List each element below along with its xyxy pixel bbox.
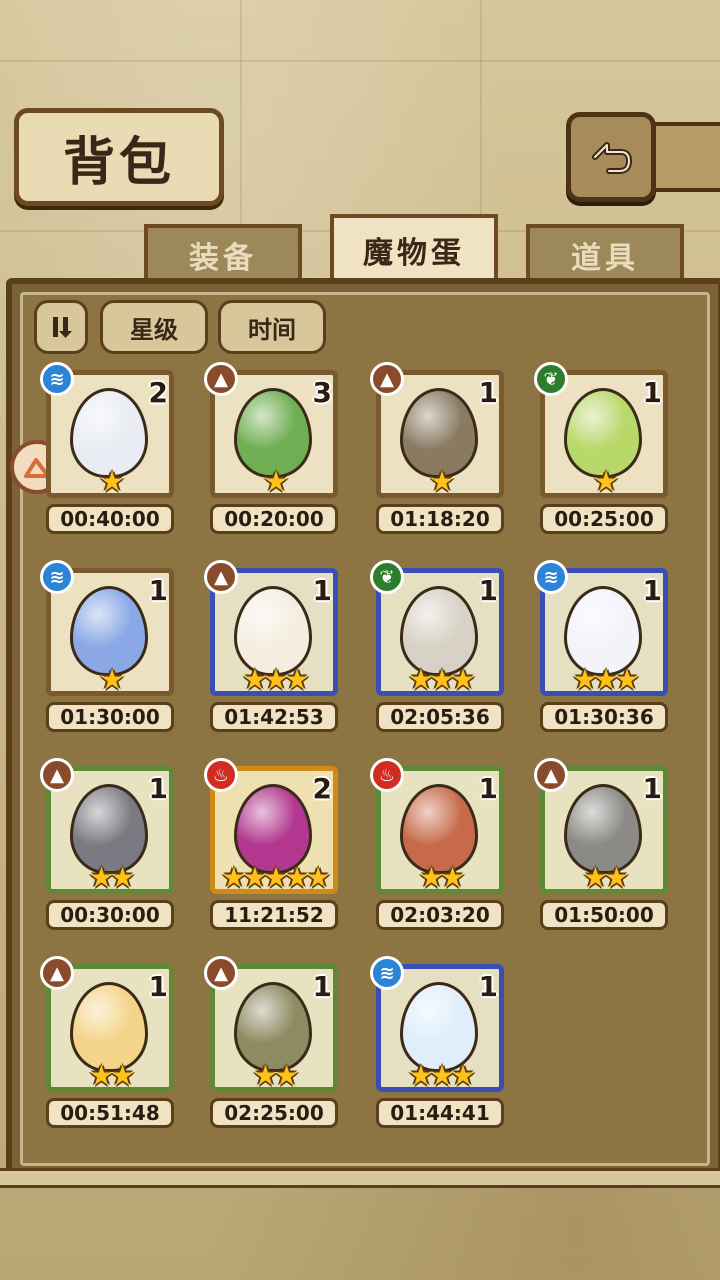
sort-order-toggle-button[interactable] — [34, 300, 88, 354]
back-button-rail — [646, 122, 720, 192]
sort-by-star-button[interactable]: 星级 — [100, 300, 208, 354]
egg-hatch-timer: 02:05:36 — [376, 702, 504, 732]
egg-star-rating: ★ — [429, 465, 454, 498]
egg-star-rating: ★★ — [418, 861, 465, 894]
fire-element-icon: ♨ — [204, 758, 238, 792]
sort-by-time-label: 时间 — [248, 315, 296, 344]
egg-slot[interactable]: ▲ 3 ★ — [204, 362, 338, 498]
egg-star-rating: ★★★★★ — [221, 861, 331, 894]
earth-element-icon: ▲ — [204, 362, 238, 396]
egg-count: 2 — [312, 772, 332, 805]
egg-slot[interactable]: ≋ 1 ★★★ — [370, 956, 504, 1092]
page-title-plate: 背包 — [14, 108, 224, 206]
egg-slot[interactable]: ≋ 1 ★★★ — [534, 560, 668, 696]
egg-count: 1 — [478, 574, 498, 607]
tab-monster-eggs-label: 魔物蛋 — [363, 236, 465, 271]
page-title: 背包 — [62, 132, 175, 193]
water-element-icon: ≋ — [370, 956, 404, 990]
egg-star-rating: ★★ — [88, 861, 135, 894]
egg-star-rating: ★ — [99, 465, 124, 498]
egg-count: 1 — [148, 772, 168, 805]
egg-slot[interactable]: ▲ 1 ★★ — [204, 956, 338, 1092]
plant-element-icon: ❦ — [534, 362, 568, 396]
egg-hatch-timer: 01:30:36 — [540, 702, 668, 732]
plant-element-icon: ❦ — [370, 560, 404, 594]
egg-hatch-timer: 01:50:00 — [540, 900, 668, 930]
earth-element-icon: ▲ — [370, 362, 404, 396]
egg-count: 1 — [642, 376, 662, 409]
fire-element-icon: ♨ — [370, 758, 404, 792]
egg-hatch-timer: 01:18:20 — [376, 504, 504, 534]
egg-hatch-timer: 00:51:48 — [46, 1098, 174, 1128]
egg-hatch-timer: 00:40:00 — [46, 504, 174, 534]
water-element-icon: ≋ — [40, 362, 74, 396]
egg-hatch-timer: 11:21:52 — [210, 900, 338, 930]
egg-hatch-timer: 00:20:00 — [210, 504, 338, 534]
earth-element-icon: ▲ — [204, 956, 238, 990]
panel-bottom-rail — [0, 1168, 720, 1188]
tab-equipment-label: 装备 — [189, 241, 257, 276]
egg-hatch-timer: 00:25:00 — [540, 504, 668, 534]
sort-by-time-button[interactable]: 时间 — [218, 300, 326, 354]
water-element-icon: ≋ — [40, 560, 74, 594]
egg-count: 1 — [642, 772, 662, 805]
egg-star-rating: ★★ — [252, 1059, 299, 1092]
sort-by-star-label: 星级 — [130, 315, 178, 344]
egg-star-rating: ★★★ — [242, 663, 309, 696]
back-arrow-icon — [592, 142, 632, 174]
egg-count: 1 — [478, 772, 498, 805]
egg-slot[interactable]: ♨ 1 ★★ — [370, 758, 504, 894]
egg-slot[interactable]: ≋ 1 ★ — [40, 560, 174, 696]
sort-toggle-icon — [53, 317, 72, 338]
egg-slot[interactable]: ▲ 1 ★★ — [534, 758, 668, 894]
water-element-icon: ≋ — [534, 560, 568, 594]
egg-star-rating: ★★ — [582, 861, 629, 894]
earth-element-icon: ▲ — [40, 956, 74, 990]
back-button[interactable] — [566, 112, 656, 202]
tab-items[interactable]: 道具 — [526, 224, 684, 282]
egg-star-rating: ★★★ — [408, 1059, 475, 1092]
tab-equipment[interactable]: 装备 — [144, 224, 302, 282]
egg-star-rating: ★★★ — [408, 663, 475, 696]
egg-hatch-timer: 01:30:00 — [46, 702, 174, 732]
egg-slot[interactable]: ≋ 2 ★ — [40, 362, 174, 498]
egg-slot[interactable]: ❦ 1 ★★★ — [370, 560, 504, 696]
tab-items-label: 道具 — [571, 241, 639, 276]
egg-count: 1 — [148, 574, 168, 607]
egg-star-rating: ★★ — [88, 1059, 135, 1092]
egg-star-rating: ★ — [99, 663, 124, 696]
egg-count: 1 — [312, 970, 332, 1003]
earth-element-icon: ▲ — [204, 560, 238, 594]
egg-star-rating: ★ — [593, 465, 618, 498]
egg-hatch-timer: 02:03:20 — [376, 900, 504, 930]
egg-slot[interactable]: ▲ 1 ★★ — [40, 956, 174, 1092]
egg-count: 2 — [148, 376, 168, 409]
egg-slot[interactable]: ▲ 1 ★ — [370, 362, 504, 498]
tab-monster-eggs[interactable]: 魔物蛋 — [330, 214, 498, 282]
egg-hatch-timer: 01:42:53 — [210, 702, 338, 732]
egg-hatch-timer: 01:44:41 — [376, 1098, 504, 1128]
egg-slot[interactable]: ▲ 1 ★★★ — [204, 560, 338, 696]
egg-slot[interactable]: ▲ 1 ★★ — [40, 758, 174, 894]
egg-count: 1 — [478, 970, 498, 1003]
earth-element-icon: ▲ — [40, 758, 74, 792]
egg-count: 1 — [312, 574, 332, 607]
egg-count: 3 — [312, 376, 332, 409]
egg-slot[interactable]: ♨ 2 ★★★★★ — [204, 758, 338, 894]
egg-star-rating: ★ — [263, 465, 288, 498]
map-gridline — [0, 60, 720, 62]
egg-count: 1 — [642, 574, 662, 607]
egg-hatch-timer: 00:30:00 — [46, 900, 174, 930]
egg-hatch-timer: 02:25:00 — [210, 1098, 338, 1128]
earth-element-icon: ▲ — [534, 758, 568, 792]
egg-star-rating: ★★★ — [572, 663, 639, 696]
egg-count: 1 — [148, 970, 168, 1003]
egg-count: 1 — [478, 376, 498, 409]
egg-slot[interactable]: ❦ 1 ★ — [534, 362, 668, 498]
